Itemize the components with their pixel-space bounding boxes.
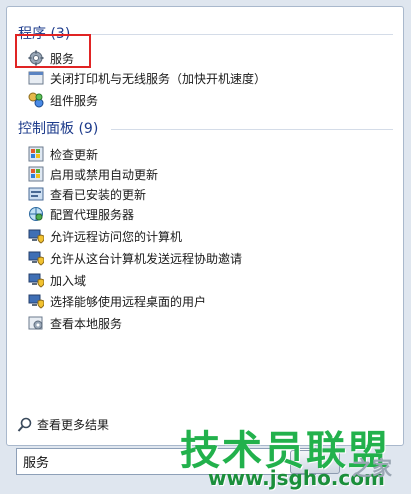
result-label: 配置代理服务器 — [50, 207, 135, 222]
result-auto-updates[interactable]: 启用或禁用自动更新 — [28, 165, 158, 183]
computer-shield-icon — [28, 251, 44, 266]
see-more-label: 查看更多结果 — [37, 418, 110, 432]
result-component-services[interactable]: 组件服务 — [28, 91, 98, 109]
result-label: 关闭打印机与无线服务（加快开机速度） — [50, 71, 267, 86]
windows-update-icon — [28, 166, 44, 182]
installed-updates-icon — [28, 187, 44, 201]
component-services-icon — [28, 92, 44, 108]
services-icon — [28, 316, 43, 330]
result-label: 组件服务 — [50, 93, 99, 108]
result-proxy-server[interactable]: 配置代理服务器 — [28, 205, 134, 223]
result-label: 允许远程访问您的计算机 — [50, 229, 183, 244]
control-panel-divider — [111, 129, 393, 130]
result-remote-access[interactable]: 允许远程访问您的计算机 — [28, 227, 182, 245]
result-remote-assistance[interactable]: 允许从这台计算机发送远程协助邀请 — [28, 249, 242, 267]
result-label: 查看已安装的更新 — [50, 187, 147, 202]
watermark-side: 之家 — [352, 456, 392, 480]
search-icon — [17, 417, 32, 432]
control-panel-header: 控制面板 (9) — [18, 121, 99, 137]
network-icon — [29, 207, 43, 221]
highlight-box — [15, 34, 91, 68]
windows-update-icon — [28, 146, 44, 162]
computer-shield-icon — [28, 273, 44, 288]
computer-shield-icon — [28, 229, 44, 244]
search-results-panel: 程序 (3) 服务 关闭打印机与无线服务（加快开机速度） 组件服务 控制面板 (… — [6, 6, 404, 446]
computer-shield-icon — [28, 294, 44, 309]
result-check-updates[interactable]: 检查更新 — [28, 145, 98, 163]
result-join-domain[interactable]: 加入域 — [28, 271, 86, 289]
result-label: 允许从这台计算机发送远程协助邀请 — [50, 251, 243, 266]
result-installed-updates[interactable]: 查看已安装的更新 — [28, 185, 146, 203]
result-remote-desktop-users[interactable]: 选择能够使用远程桌面的用户 — [28, 292, 206, 310]
result-local-services[interactable]: 查看本地服务 — [28, 314, 122, 332]
see-more-results-link[interactable]: 查看更多结果 — [17, 416, 109, 433]
result-label: 启用或禁用自动更新 — [50, 167, 159, 182]
result-label: 检查更新 — [50, 147, 99, 162]
programs-divider — [69, 34, 393, 35]
result-label: 查看本地服务 — [50, 316, 123, 331]
result-label: 加入域 — [50, 273, 87, 288]
result-close-printer[interactable]: 关闭打印机与无线服务（加快开机速度） — [28, 69, 266, 87]
result-label: 选择能够使用远程桌面的用户 — [50, 294, 207, 309]
program-icon — [28, 71, 44, 85]
